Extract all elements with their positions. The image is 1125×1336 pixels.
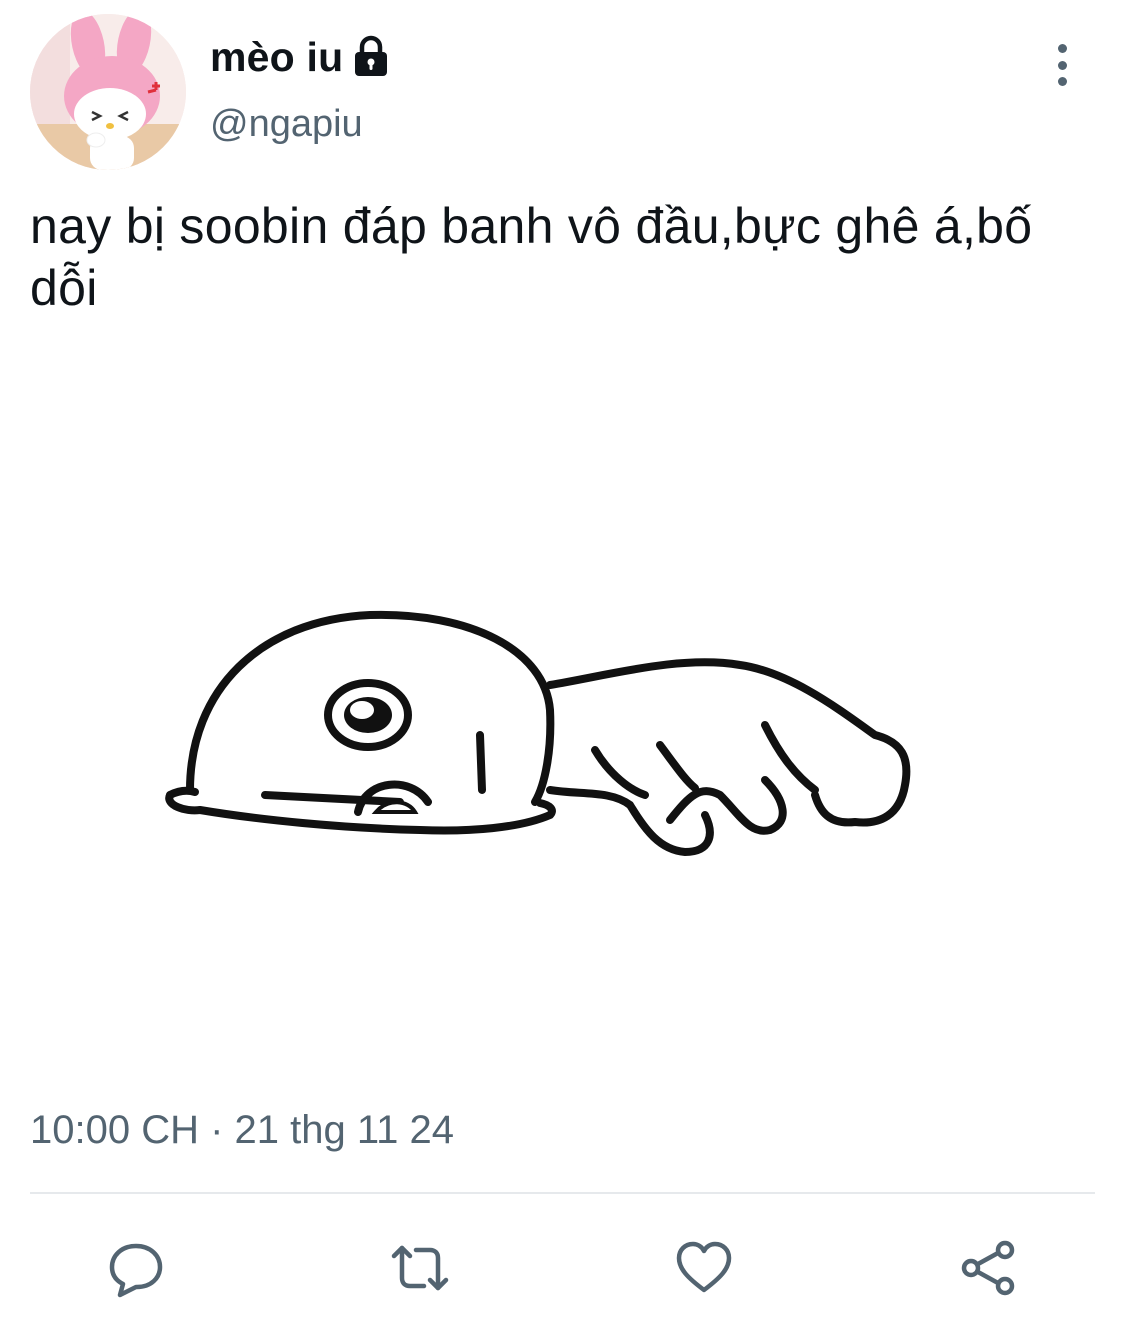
heart-icon [676,1241,732,1293]
more-vertical-icon [1057,44,1067,53]
more-vertical-icon-dot-3 [1057,77,1067,86]
display-name-row[interactable]: mèo iu [210,34,391,81]
tweet-image[interactable] [140,590,940,880]
reply-icon [109,1243,163,1298]
like-button[interactable] [672,1236,736,1300]
retweet-icon [391,1245,449,1291]
retweet-button[interactable] [388,1236,452,1300]
lock-icon [351,34,391,78]
display-name[interactable]: mèo iu [210,34,343,81]
reply-button[interactable] [104,1236,168,1300]
user-handle[interactable]: @ngapiu [210,103,363,146]
avatar-image [30,14,186,170]
avatar[interactable] [30,14,186,170]
tweet-timestamp[interactable]: 10:00 CH · 21 thg 11 24 [30,1108,454,1153]
divider [30,1192,1095,1194]
more-options-button[interactable] [1040,40,1084,90]
share-icon [961,1240,1015,1296]
tweet-text: nay bị soobin đáp banh vô đầu,bực ghê á,… [30,198,1033,316]
crying-character-drawing [165,610,911,856]
more-vertical-icon-dot-2 [1057,60,1067,70]
share-button[interactable] [956,1236,1020,1300]
